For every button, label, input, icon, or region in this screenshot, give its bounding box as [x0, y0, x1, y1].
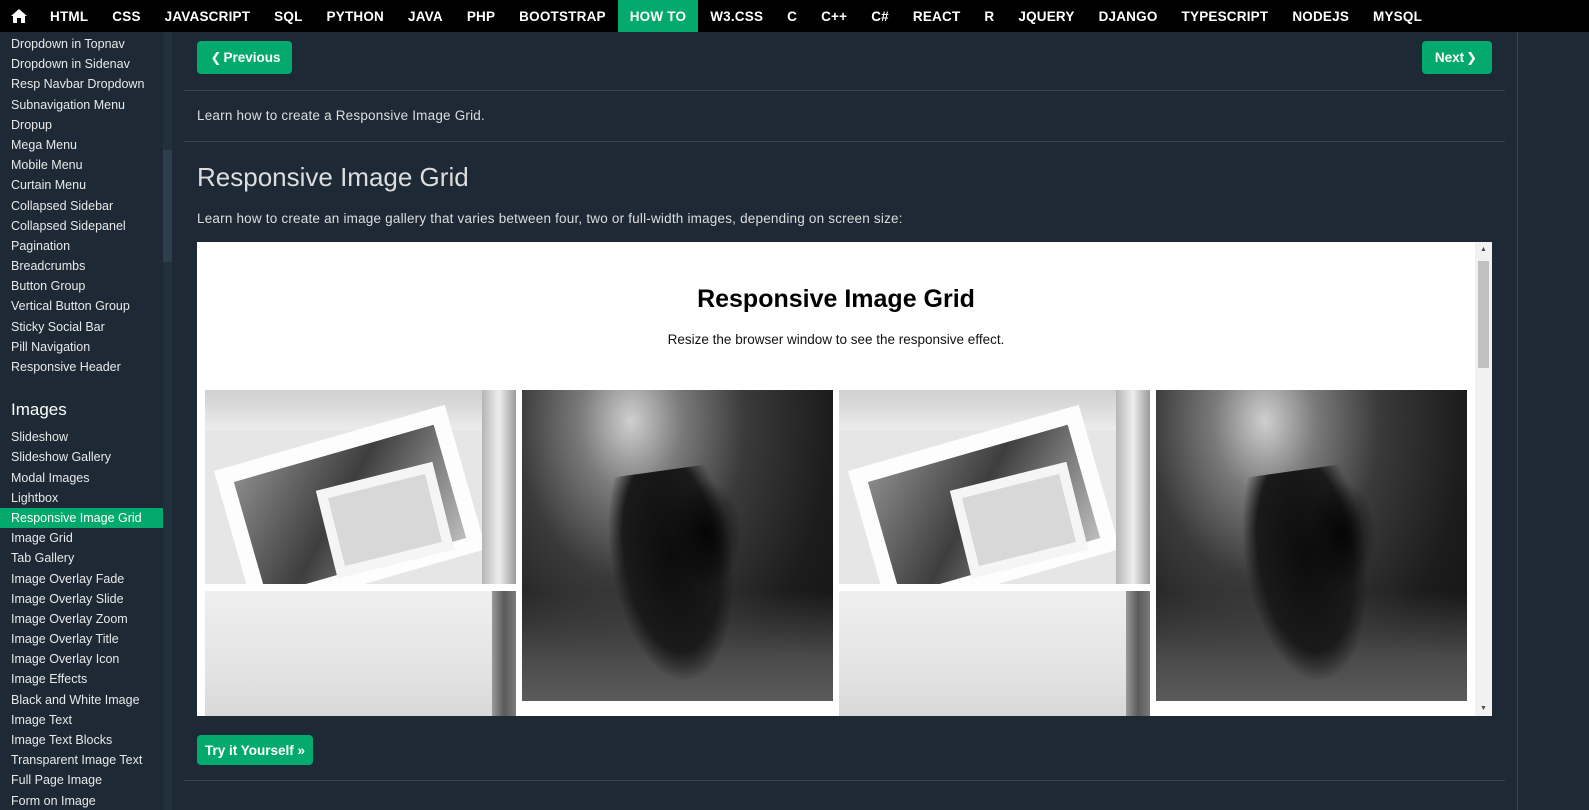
sidebar-item-breadcrumbs[interactable]: Breadcrumbs	[0, 256, 163, 276]
sidebar-images-list: Slideshow Slideshow Gallery Modal Images Li…	[0, 427, 172, 810]
sidebar-item-responsive-header[interactable]: Responsive Header	[0, 357, 163, 377]
scroll-up-arrow-icon[interactable]: ▲	[1475, 246, 1492, 253]
chevron-left-icon: ❮	[210, 49, 222, 65]
chevron-right-icon: ❯	[1466, 49, 1478, 65]
topnav-item-nodejs[interactable]: NODEJS	[1280, 0, 1361, 32]
preview-scrollbar-thumb[interactable]	[1478, 261, 1489, 368]
sidebar-item-dropdown-in-sidenav[interactable]: Dropdown in Sidenav	[0, 54, 163, 74]
underwater-photo	[1156, 390, 1467, 701]
sidebar-item-image-grid[interactable]: Image Grid	[0, 528, 163, 548]
sidebar-item-resp-navbar-dropdown[interactable]: Resp Navbar Dropdown	[0, 74, 163, 94]
topnav-item-mysql[interactable]: MYSQL	[1361, 0, 1434, 32]
sidebar-heading-images: Images	[11, 400, 67, 420]
topnav-item-jquery[interactable]: JQUERY	[1006, 0, 1086, 32]
previous-button[interactable]: ❮ Previous	[197, 41, 292, 74]
sidebar-item-transparent-image-text[interactable]: Transparent Image Text	[0, 750, 163, 770]
sidebar-item-button-group[interactable]: Button Group	[0, 276, 163, 296]
sidebar-item-tab-gallery[interactable]: Tab Gallery	[0, 548, 163, 568]
topnav-item-css[interactable]: CSS	[100, 0, 152, 32]
topnav-item-c[interactable]: C	[775, 0, 809, 32]
demo-subtitle: Resize the browser window to see the res…	[667, 332, 1005, 347]
preview-scrollbar[interactable]: ▲ ▼	[1475, 242, 1492, 716]
sidebar-item-slideshow-gallery[interactable]: Slideshow Gallery	[0, 447, 163, 467]
sidebar-item-lightbox[interactable]: Lightbox	[0, 488, 163, 508]
topnav-item-django[interactable]: DJANGO	[1087, 0, 1170, 32]
sidebar-item-image-overlay-fade[interactable]: Image Overlay Fade	[0, 569, 163, 589]
topnav-menu: HTML CSS JAVASCRIPT SQL PYTHON JAVA PHP BOOTSTR…	[38, 0, 1434, 32]
sidebar-item-collapsed-sidepanel[interactable]: Collapsed Sidepanel	[0, 216, 163, 236]
sidebar-item-image-text-blocks[interactable]: Image Text Blocks	[0, 730, 163, 750]
topnav-item-c[interactable]: C++	[809, 0, 859, 32]
divider	[184, 90, 1505, 91]
next-button-label: Next	[1434, 50, 1465, 65]
sidebar-item-pill-navigation[interactable]: Pill Navigation	[0, 337, 163, 357]
topnav-item-php[interactable]: PHP	[455, 0, 507, 32]
sidebar-item-collapsed-sidebar[interactable]: Collapsed Sidebar	[0, 196, 163, 216]
top-navigation: HTML CSS JAVASCRIPT SQL PYTHON JAVA PHP BOOTSTR…	[0, 0, 1589, 32]
page-description: Learn how to create an image gallery tha…	[197, 211, 903, 226]
previous-button-label: Previous	[223, 50, 281, 65]
wedding-car-photo	[839, 390, 1150, 584]
sidebar-item-modal-images[interactable]: Modal Images	[0, 468, 163, 488]
divider	[184, 780, 1505, 781]
topnav-item-html[interactable]: HTML	[38, 0, 100, 32]
intro-text: Learn how to create a Responsive Image G…	[197, 108, 485, 123]
sidebar-item-dropup[interactable]: Dropup	[0, 115, 163, 135]
sidebar-item-image-effects[interactable]: Image Effects	[0, 669, 163, 689]
topnav-item-python[interactable]: PYTHON	[315, 0, 396, 32]
sidebar-item-sticky-social-bar[interactable]: Sticky Social Bar	[0, 317, 163, 337]
topnav-item-java[interactable]: JAVA	[396, 0, 455, 32]
sidebar-item-image-overlay-icon[interactable]: Image Overlay Icon	[0, 649, 163, 669]
sidebar-item-slideshow[interactable]: Slideshow	[0, 427, 163, 447]
foggy-cliff-photo	[205, 591, 516, 716]
foggy-cliff-photo	[839, 591, 1150, 716]
right-panel-divider	[1517, 32, 1518, 810]
sidebar-item-dropdown-in-topnav[interactable]: Dropdown in Topnav	[0, 34, 163, 54]
topnav-item-bootstrap[interactable]: BOOTSTRAP	[507, 0, 618, 32]
sidebar: Dropdown in Topnav Dropdown in Sidenav Res…	[0, 32, 172, 810]
try-it-yourself-button[interactable]: Try it Yourself »	[197, 735, 313, 765]
sidebar-item-image-overlay-title[interactable]: Image Overlay Title	[0, 629, 163, 649]
sidebar-item-mega-menu[interactable]: Mega Menu	[0, 135, 163, 155]
divider	[184, 141, 1505, 142]
topnav-item-react[interactable]: REACT	[901, 0, 973, 32]
sidebar-item-full-page-image[interactable]: Full Page Image	[0, 770, 163, 790]
sidebar-item-subnavigation-menu[interactable]: Subnavigation Menu	[0, 95, 163, 115]
main-content: ❮ Previous Next ❯ Learn how to create a …	[184, 32, 1505, 810]
topnav-item-c[interactable]: C#	[859, 0, 901, 32]
page-title: Responsive Image Grid	[197, 162, 469, 192]
topnav-item-javascript[interactable]: JAVASCRIPT	[153, 0, 263, 32]
sidebar-item-vertical-button-group[interactable]: Vertical Button Group	[0, 296, 163, 316]
sidebar-menu-list: Dropdown in Topnav Dropdown in Sidenav Res…	[0, 32, 172, 377]
home-button[interactable]	[0, 0, 38, 32]
underwater-photo	[522, 390, 833, 701]
topnav-item-sql[interactable]: SQL	[262, 0, 314, 32]
next-button[interactable]: Next ❯	[1422, 41, 1492, 74]
sidebar-item-black-and-white-image[interactable]: Black and White Image	[0, 690, 163, 710]
topnav-item-typescript[interactable]: TYPESCRIPT	[1170, 0, 1281, 32]
sidebar-item-image-text[interactable]: Image Text	[0, 710, 163, 730]
home-icon	[11, 9, 27, 23]
sidebar-scrollbar[interactable]	[163, 32, 172, 810]
scroll-down-arrow-icon[interactable]: ▼	[1475, 705, 1492, 712]
demo-title: Responsive Image Grid	[697, 285, 975, 313]
sidebar-item-responsive-image-grid[interactable]: Responsive Image Grid	[0, 507, 163, 529]
topnav-item-w3-css[interactable]: W3.CSS	[698, 0, 775, 32]
sidebar-item-form-on-image[interactable]: Form on Image	[0, 791, 163, 810]
wedding-car-photo	[205, 390, 516, 584]
sidebar-scrollbar-thumb[interactable]	[163, 150, 172, 262]
sidebar-item-image-overlay-slide[interactable]: Image Overlay Slide	[0, 589, 163, 609]
sidebar-item-mobile-menu[interactable]: Mobile Menu	[0, 155, 163, 175]
example-preview-frame[interactable]: Responsive Image Grid Resize the browser…	[197, 242, 1492, 716]
sidebar-item-image-overlay-zoom[interactable]: Image Overlay Zoom	[0, 609, 163, 629]
topnav-item-r[interactable]: R	[972, 0, 1006, 32]
sidebar-item-pagination[interactable]: Pagination	[0, 236, 163, 256]
topnav-item-how-to[interactable]: HOW TO	[617, 0, 699, 32]
sidebar-item-curtain-menu[interactable]: Curtain Menu	[0, 175, 163, 195]
